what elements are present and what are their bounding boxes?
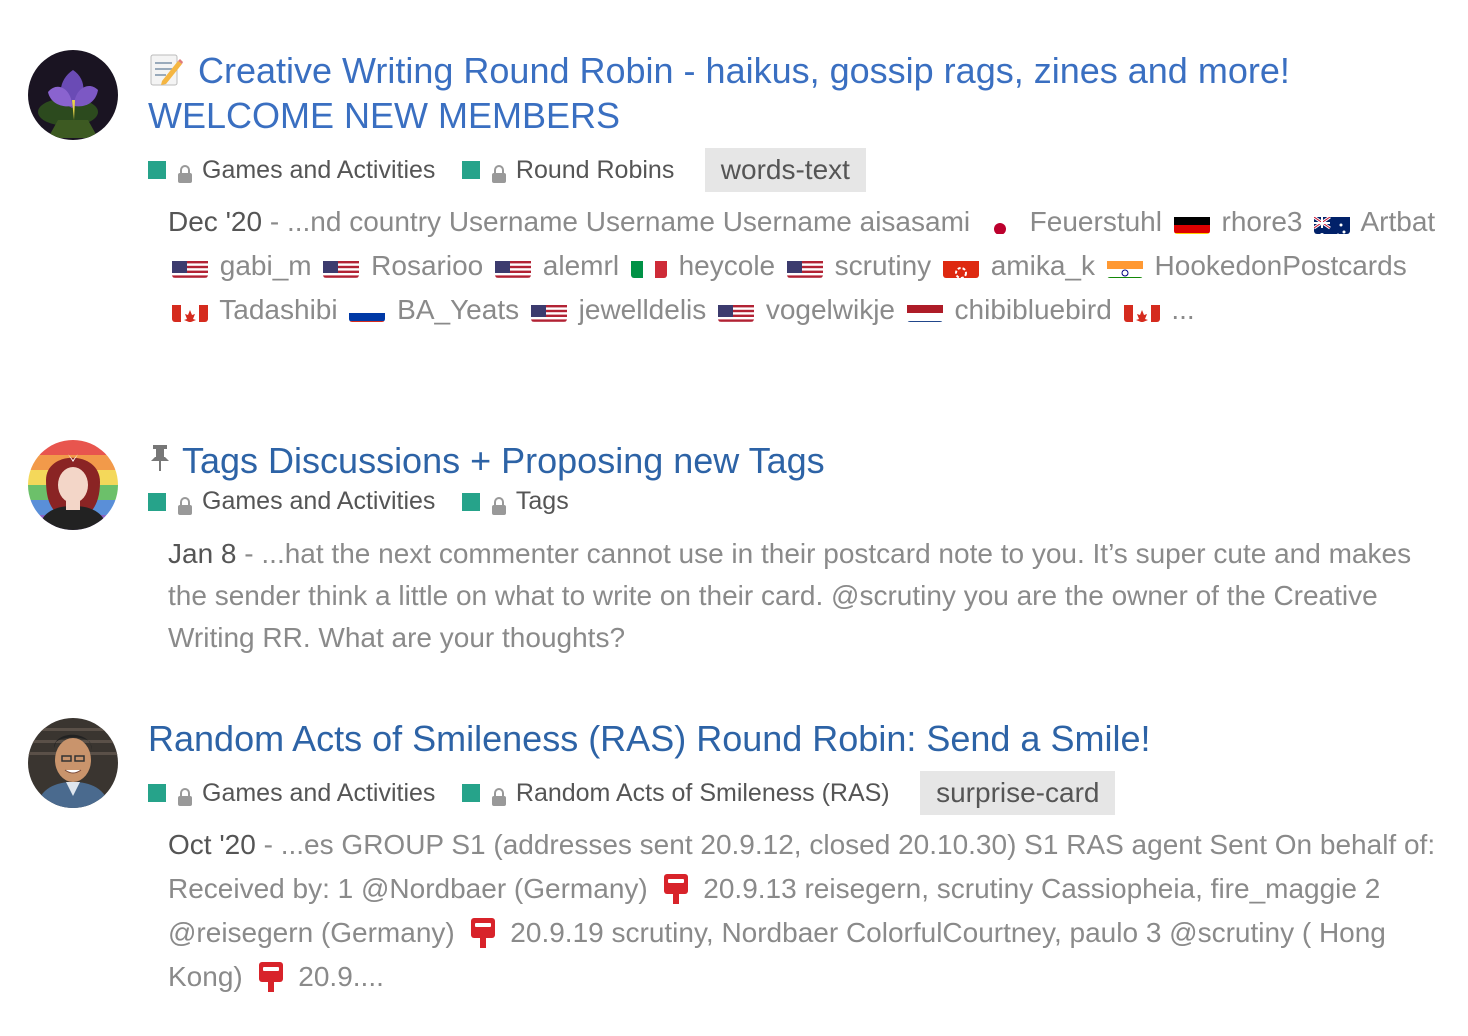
flag-russia-icon (349, 298, 386, 322)
topic-title-link[interactable]: Creative Writing Round Robin - haikus, g… (148, 48, 1444, 138)
lock-icon (178, 784, 192, 806)
postbox-icon (662, 872, 690, 904)
flag-australia-icon (1314, 210, 1351, 234)
lock-icon (491, 161, 506, 183)
excerpt-text: Tadashibi (212, 294, 346, 325)
category-row: Games and Activities Tags (148, 487, 1444, 527)
topic-title-link[interactable]: Tags Discussions + Proposing new Tags (148, 438, 1444, 483)
topic-title-text: Random Acts of Smileness (RAS) Round Rob… (148, 718, 1151, 759)
date-separator: - (236, 538, 262, 569)
date-separator: - (262, 206, 287, 237)
category-name: Games and Activities (202, 487, 436, 515)
flag-usa-icon (786, 254, 823, 278)
excerpt-text: scrutiny (826, 250, 939, 281)
flag-canada-icon (1123, 298, 1160, 322)
memo-icon (148, 51, 184, 87)
avatar[interactable] (28, 440, 118, 530)
excerpt-body: ...nd country Username Username Username… (168, 206, 1435, 325)
flag-usa-icon (323, 254, 360, 278)
excerpt-text: ... (1163, 294, 1195, 325)
category-color-square (461, 492, 480, 511)
category-badge[interactable]: Round Robins (461, 155, 675, 185)
excerpt-text: jewelldelis (570, 294, 715, 325)
post-date: Dec '20 (168, 206, 263, 237)
excerpt-text: rhore3 (1213, 206, 1311, 237)
category-color-square (148, 492, 166, 511)
post-date: Jan 8 (168, 538, 237, 569)
postbox-icon (257, 960, 285, 992)
tag-badge[interactable]: surprise-card (920, 771, 1116, 815)
post-date: Oct '20 (168, 829, 256, 860)
excerpt: Dec '20 - ...nd country Username Usernam… (168, 200, 1444, 332)
flag-canada-icon (172, 298, 208, 322)
avatar[interactable] (28, 50, 118, 140)
flag-usa-icon (495, 254, 532, 278)
category-name: Random Acts of Smileness (RAS) (515, 778, 890, 807)
lock-icon (178, 161, 192, 183)
tag-badge[interactable]: words-text (704, 148, 866, 192)
lock-icon (491, 784, 506, 806)
excerpt-text: vogelwikje (758, 294, 903, 325)
excerpt-body: ...es GROUP S1 (addresses sent 20.9.12, … (168, 829, 1435, 992)
excerpt-text: Feuerstuhl (1021, 206, 1170, 237)
postbox-icon (469, 916, 497, 948)
category-name: Games and Activities (202, 155, 436, 184)
excerpt: Oct '20 - ...es GROUP S1 (addresses sent… (168, 823, 1444, 999)
category-badge[interactable]: Games and Activities (148, 779, 435, 808)
pin-icon (148, 438, 172, 471)
excerpt-text: Artbat (1354, 206, 1436, 237)
category-name: Games and Activities (202, 778, 436, 807)
flag-india-icon (1106, 254, 1143, 278)
topic-title-link[interactable]: Random Acts of Smileness (RAS) Round Rob… (148, 716, 1444, 761)
category-row: Games and Activities Round Robins words-… (148, 148, 1444, 192)
category-badge[interactable]: Random Acts of Smileness (RAS) (461, 778, 890, 808)
excerpt-text: 20.9.... (290, 961, 384, 992)
flag-usa-icon (172, 254, 208, 278)
excerpt-body: ...hat the next commenter cannot use in … (168, 538, 1412, 653)
excerpt-text: ...nd country Username Username Username… (286, 206, 978, 237)
excerpt-text: heycole (670, 250, 783, 281)
date-separator: - (255, 829, 281, 860)
category-color-square (148, 161, 166, 179)
lock-icon (491, 493, 506, 515)
category-name: Tags (515, 487, 569, 515)
lock-icon (178, 493, 192, 515)
excerpt-text: Rosarioo (363, 250, 492, 281)
excerpt-text: BA_Yeats (389, 294, 527, 325)
excerpt-text: amika_k (982, 250, 1103, 281)
category-color-square (461, 161, 480, 179)
topic-title-text: Tags Discussions + Proposing new Tags (182, 440, 825, 481)
category-color-square (461, 784, 480, 802)
flag-netherlands-icon (906, 298, 943, 322)
flag-usa-icon (530, 298, 567, 322)
excerpt: Jan 8 - ...hat the next commenter cannot… (168, 533, 1444, 659)
excerpt-text: gabi_m (212, 250, 320, 281)
flag-japan-icon (981, 210, 1018, 234)
category-color-square (148, 784, 166, 802)
category-badge[interactable]: Games and Activities (148, 487, 435, 516)
flag-hong-kong-icon (942, 254, 979, 278)
excerpt-text: alemrl (535, 250, 627, 281)
category-badge[interactable]: Tags (461, 487, 569, 516)
excerpt-text: chibibluebird (946, 294, 1120, 325)
excerpt-text: HookedonPostcards (1146, 250, 1407, 281)
topic-title-text: Creative Writing Round Robin - haikus, g… (148, 50, 1290, 136)
category-name: Round Robins (515, 155, 675, 184)
category-badge[interactable]: Games and Activities (148, 156, 435, 185)
flag-italy-icon (630, 254, 667, 278)
avatar[interactable] (28, 718, 118, 808)
category-row: Games and Activities Random Acts of Smil… (148, 771, 1444, 815)
flag-germany-icon (1173, 210, 1210, 234)
flag-usa-icon (718, 298, 755, 322)
